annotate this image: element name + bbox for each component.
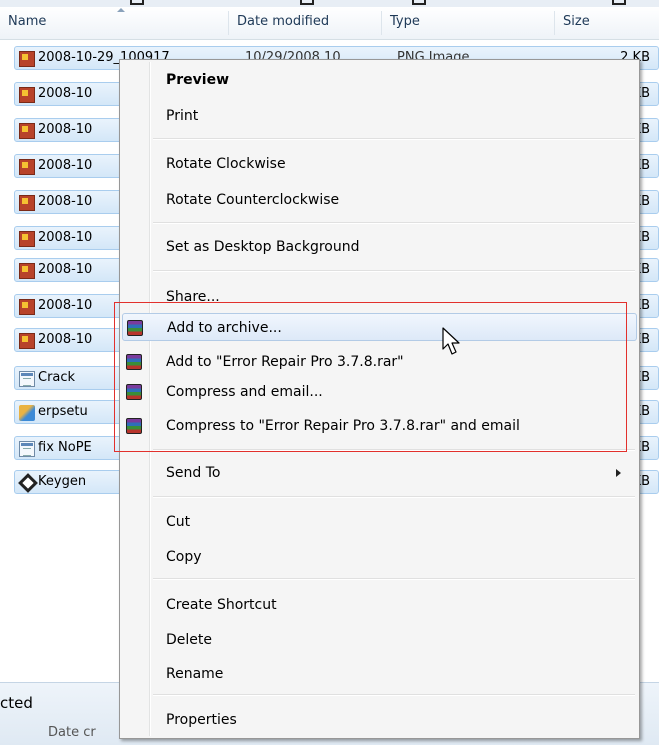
- menu-separator: [153, 270, 635, 272]
- column-header-name[interactable]: Name: [0, 7, 228, 39]
- menu-item-delete[interactable]: Delete: [122, 626, 637, 654]
- image-file-icon: [19, 159, 35, 175]
- menu-separator: [153, 222, 635, 224]
- file-name: 2008-10: [38, 86, 93, 101]
- menu-item-label: Print: [166, 108, 199, 124]
- image-file-icon: [19, 263, 35, 279]
- menu-item-label: Preview: [166, 72, 230, 88]
- menu-separator: [153, 694, 635, 696]
- menu-item-label: Properties: [166, 712, 237, 728]
- setup-icon: [19, 405, 35, 421]
- submenu-arrow-icon: [616, 469, 621, 477]
- column-header-date[interactable]: Date modified: [229, 7, 381, 39]
- menu-item-send-to[interactable]: Send To: [122, 459, 637, 487]
- menu-item-rotate-clockwise[interactable]: Rotate Clockwise: [122, 150, 637, 178]
- document-icon: [19, 371, 35, 387]
- menu-separator: [153, 496, 635, 498]
- menu-item-properties[interactable]: Properties: [122, 706, 637, 734]
- file-name: fix NoPE: [38, 440, 92, 455]
- document-icon: [19, 441, 35, 457]
- menu-item-print[interactable]: Print: [122, 102, 637, 130]
- details-status: cted: [0, 694, 33, 712]
- menu-item-label: Rename: [166, 666, 224, 682]
- file-name: 2008-10: [38, 332, 93, 347]
- image-file-icon: [19, 123, 35, 139]
- menu-item-set-desktop-background[interactable]: Set as Desktop Background: [122, 233, 637, 261]
- menu-item-preview[interactable]: Preview: [122, 66, 637, 94]
- column-header-size[interactable]: Size: [555, 7, 659, 39]
- mouse-pointer-icon: [442, 327, 460, 355]
- image-file-icon: [19, 299, 35, 315]
- window-top-edge: [0, 0, 659, 7]
- menu-item-label: Create Shortcut: [166, 597, 277, 613]
- file-name: Keygen: [38, 474, 87, 489]
- image-file-icon: [19, 51, 35, 67]
- column-header-bar: Name Date modified Type Size: [0, 7, 659, 40]
- top-edge-mark: [412, 0, 426, 5]
- menu-item-label: Send To: [166, 465, 221, 481]
- file-name: 2008-10: [38, 298, 93, 313]
- menu-item-rotate-counterclockwise[interactable]: Rotate Counterclockwise: [122, 186, 637, 214]
- key-icon: [18, 473, 38, 493]
- menu-item-label: Rotate Clockwise: [166, 156, 286, 172]
- top-edge-mark: [300, 0, 314, 5]
- image-file-icon: [19, 87, 35, 103]
- menu-item-label: Set as Desktop Background: [166, 239, 360, 255]
- menu-item-rename[interactable]: Rename: [122, 660, 637, 688]
- menu-item-cut[interactable]: Cut: [122, 508, 637, 536]
- menu-item-label: Rotate Counterclockwise: [166, 192, 340, 208]
- file-name: 2008-10: [38, 230, 93, 245]
- file-name: 2008-10: [38, 122, 93, 137]
- file-name: 2008-10: [38, 262, 93, 277]
- file-name: Crack: [38, 370, 76, 385]
- menu-separator: [153, 138, 635, 140]
- details-meta: Date cr: [48, 725, 96, 740]
- menu-item-copy[interactable]: Copy: [122, 543, 637, 571]
- top-edge-mark: [130, 0, 144, 5]
- menu-separator: [153, 578, 635, 580]
- file-name: 2008-10: [38, 158, 93, 173]
- image-file-icon: [19, 231, 35, 247]
- menu-item-label: Copy: [166, 549, 202, 565]
- image-file-icon: [19, 195, 35, 211]
- highlight-annotation-box: [114, 302, 627, 452]
- image-file-icon: [19, 333, 35, 349]
- menu-item-create-shortcut[interactable]: Create Shortcut: [122, 591, 637, 619]
- top-edge-mark: [612, 0, 626, 5]
- menu-item-label: Delete: [166, 632, 212, 648]
- file-name: 2008-10: [38, 194, 93, 209]
- file-name: erpsetu: [38, 404, 88, 419]
- menu-item-label: Cut: [166, 514, 191, 530]
- column-header-type[interactable]: Type: [382, 7, 554, 39]
